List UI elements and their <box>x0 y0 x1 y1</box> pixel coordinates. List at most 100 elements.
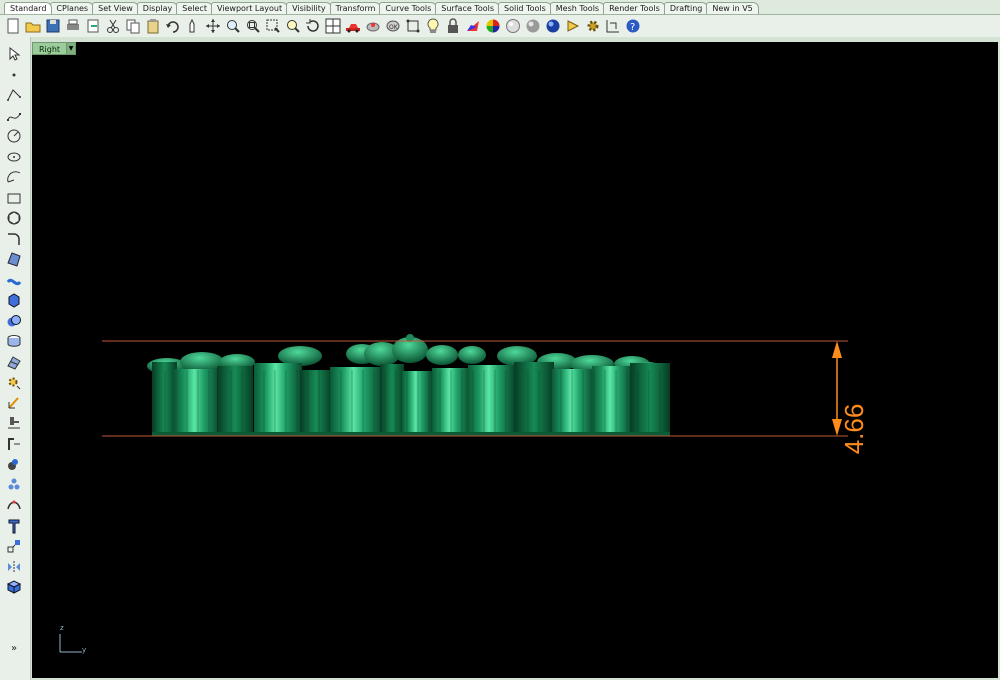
cylinder-segment <box>152 362 177 436</box>
select-arrow-icon[interactable] <box>5 45 23 63</box>
print-icon[interactable] <box>64 17 82 35</box>
undo-icon[interactable] <box>164 17 182 35</box>
tab-viewport-layout[interactable]: Viewport Layout <box>210 2 289 14</box>
pan-icon[interactable] <box>184 17 202 35</box>
standard-toolbar: OK? <box>0 15 1000 37</box>
move-view-icon[interactable] <box>204 17 222 35</box>
tab-mesh-tools[interactable]: Mesh Tools <box>549 2 606 14</box>
cylinder-segment <box>514 362 554 436</box>
tab-new-in-v5[interactable]: New in V5 <box>706 2 759 14</box>
cylinder-segment <box>402 371 432 436</box>
main-left-toolbar: » <box>0 37 31 680</box>
group-icon[interactable] <box>5 455 23 473</box>
tab-curve-tools[interactable]: Curve Tools <box>379 2 438 14</box>
lock-icon[interactable] <box>444 17 462 35</box>
blue-sphere-icon[interactable] <box>544 17 562 35</box>
solid-tools-icon[interactable] <box>5 373 23 391</box>
color-icon[interactable] <box>464 17 482 35</box>
tab-solid-tools[interactable]: Solid Tools <box>498 2 552 14</box>
svg-text:?: ? <box>630 22 635 33</box>
tab-transform[interactable]: Transform <box>329 2 382 14</box>
mirror-icon[interactable] <box>5 558 23 576</box>
more-tools-button[interactable]: » <box>11 643 17 654</box>
block-icon[interactable] <box>5 578 23 596</box>
tab-visibility[interactable]: Visibility <box>286 2 332 14</box>
text-icon[interactable] <box>5 517 23 535</box>
tab-drafting[interactable]: Drafting <box>663 2 709 14</box>
dome-bump <box>458 346 486 364</box>
ellipse-icon[interactable] <box>5 148 23 166</box>
osnap-icon[interactable]: OK <box>384 17 402 35</box>
arc-icon[interactable] <box>5 168 23 186</box>
tab-standard[interactable]: Standard <box>4 2 53 14</box>
four-viewports-icon[interactable] <box>324 17 342 35</box>
zoom-window-icon[interactable] <box>244 17 262 35</box>
tab-select[interactable]: Select <box>176 2 213 14</box>
render-sphere-icon[interactable] <box>484 17 502 35</box>
curve-icon[interactable] <box>5 107 23 125</box>
box-solid-icon[interactable] <box>5 291 23 309</box>
tab-display[interactable]: Display <box>136 2 179 14</box>
right-viewport[interactable]: 4.66 <box>32 42 998 678</box>
light-bulb-icon[interactable] <box>424 17 442 35</box>
boolean-icon[interactable] <box>5 312 23 330</box>
cylinder-segment <box>254 363 302 436</box>
viewport-title-tab[interactable]: Right ▼ <box>32 42 77 55</box>
cylinder-segment <box>630 363 670 436</box>
cylinder-segment <box>552 369 594 436</box>
tab-render-tools[interactable]: Render Tools <box>603 2 666 14</box>
cut-icon[interactable] <box>104 17 122 35</box>
zoom-selected-icon[interactable] <box>284 17 302 35</box>
extrude-icon[interactable] <box>5 332 23 350</box>
new-file-icon[interactable] <box>4 17 22 35</box>
trim-icon[interactable] <box>5 435 23 453</box>
world-axes-icon <box>59 634 82 653</box>
axis-y-label: y <box>82 646 87 654</box>
join-icon[interactable] <box>5 476 23 494</box>
tab-set-view[interactable]: Set View <box>92 2 139 14</box>
car-icon[interactable] <box>344 17 362 35</box>
cylinder-segment <box>300 370 332 436</box>
copy-icon[interactable] <box>124 17 142 35</box>
cylinder-segment <box>468 365 514 436</box>
viewport-name[interactable]: Right <box>32 42 68 55</box>
fillet-curve-icon[interactable] <box>5 230 23 248</box>
transform-icon[interactable] <box>5 394 23 412</box>
viewport-menu-arrow-icon[interactable]: ▼ <box>67 42 77 55</box>
import-icon[interactable] <box>84 17 102 35</box>
tab-cplanes[interactable]: CPlanes <box>50 2 95 14</box>
cylinder-segment <box>217 366 253 436</box>
flower-object[interactable] <box>147 334 670 436</box>
axis-z-label: z <box>60 624 64 632</box>
rebuild-icon[interactable] <box>5 496 23 514</box>
zoom-icon[interactable] <box>224 17 242 35</box>
split-icon[interactable] <box>5 414 23 432</box>
save-icon[interactable] <box>44 17 62 35</box>
toolbar-tabs: Standard CPlanes Set View Display Select View… <box>0 0 1000 15</box>
shaded-sphere-icon[interactable] <box>524 17 542 35</box>
dimension-icon[interactable] <box>604 17 622 35</box>
loft-icon[interactable] <box>5 271 23 289</box>
help-icon[interactable]: ? <box>624 17 642 35</box>
rectangle-icon[interactable] <box>5 189 23 207</box>
material-sphere-icon[interactable] <box>504 17 522 35</box>
render-options-icon[interactable] <box>564 17 582 35</box>
polygon-icon[interactable] <box>5 209 23 227</box>
point-icon[interactable] <box>5 66 23 84</box>
settings-gear-icon[interactable] <box>584 17 602 35</box>
zoom-extents-icon[interactable] <box>264 17 282 35</box>
array-icon[interactable] <box>5 537 23 555</box>
open-file-icon[interactable] <box>24 17 42 35</box>
circle-icon[interactable] <box>5 127 23 145</box>
dimension-label[interactable]: 4.66 <box>829 404 879 455</box>
surface-from-points-icon[interactable] <box>5 250 23 268</box>
mesh-icon[interactable] <box>5 353 23 371</box>
viewport-scene <box>102 334 848 437</box>
tab-surface-tools[interactable]: Surface Tools <box>435 2 501 14</box>
rotate-view-icon[interactable] <box>304 17 322 35</box>
grid-snap-icon[interactable] <box>364 17 382 35</box>
polyline-icon[interactable] <box>5 86 23 104</box>
select-points-icon[interactable] <box>404 17 422 35</box>
paste-icon[interactable] <box>144 17 162 35</box>
cylinder-segment <box>380 364 404 436</box>
